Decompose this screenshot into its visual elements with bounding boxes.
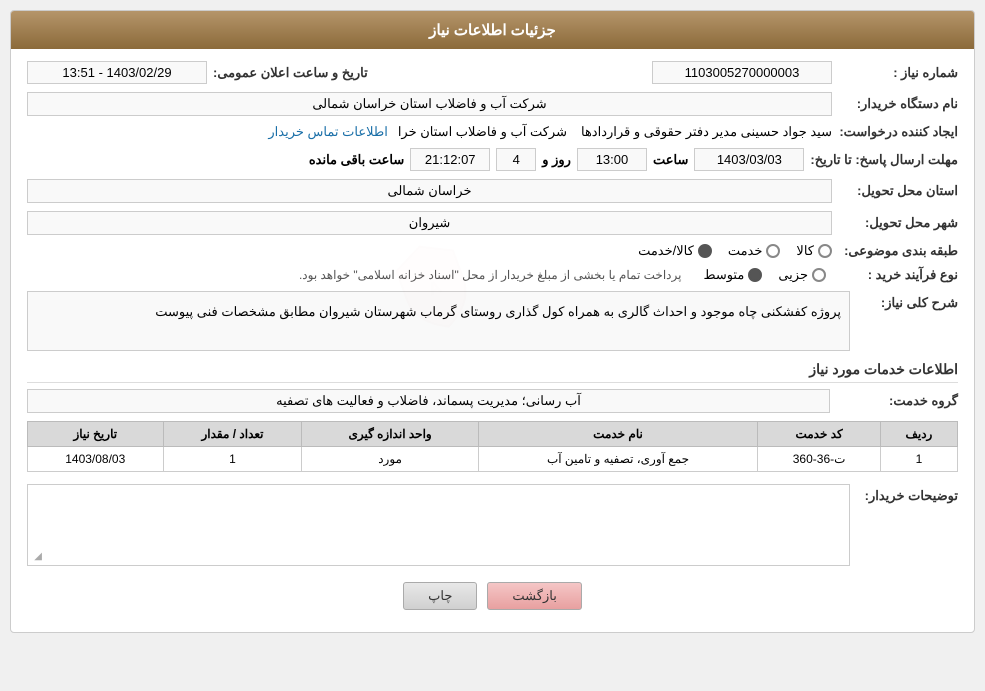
service-group-value: آب رسانی؛ مدیریت پسماند، فاضلاب و فعالیت…: [27, 389, 830, 413]
buyer-name-value: شرکت آب و فاضلاب استان خراسان شمالی: [27, 92, 832, 116]
buyer-name-row: نام دستگاه خریدار: شرکت آب و فاضلاب استا…: [27, 92, 958, 116]
services-table: ردیف کد خدمت نام خدمت واحد اندازه گیری ت…: [27, 421, 958, 472]
deadline-remaining: 21:12:07: [410, 148, 490, 171]
process-minor-label: جزیی: [778, 267, 808, 283]
need-number-row: شماره نیاز : 1103005270000003 تاریخ و سا…: [27, 61, 958, 84]
process-medium-label: متوسط: [703, 267, 744, 283]
print-button[interactable]: چاپ: [403, 582, 477, 610]
col-name: نام خدمت: [478, 422, 758, 447]
province-row: استان محل تحویل: خراسان شمالی: [27, 179, 958, 203]
service-group-label: گروه خدمت:: [838, 393, 958, 409]
deadline-row: مهلت ارسال پاسخ: تا تاریخ: 1403/03/03 سا…: [27, 148, 958, 171]
deadline-date: 1403/03/03: [694, 148, 804, 171]
category-option-both[interactable]: کالا/خدمت: [638, 243, 712, 259]
category-service-label: خدمت: [728, 243, 763, 259]
creator-label: ایجاد کننده درخواست:: [838, 124, 958, 140]
need-number-label: شماره نیاز :: [838, 65, 958, 81]
description-text: پروژه کفشکنی چاه موجود و احداث گالری به …: [155, 304, 841, 319]
days-label: روز و: [542, 152, 571, 168]
remaining-label: ساعت باقی مانده: [309, 152, 404, 168]
city-row: شهر محل تحویل: شیروان: [27, 211, 958, 235]
content-area: شماره نیاز : 1103005270000003 تاریخ و سا…: [11, 49, 974, 632]
deadline-label: مهلت ارسال پاسخ: تا تاریخ:: [810, 152, 958, 168]
process-note: پرداخت تمام یا بخشی از مبلغ خریدار از مح…: [299, 268, 682, 282]
page-title: جزئیات اطلاعات نیاز: [429, 22, 556, 39]
province-value: خراسان شمالی: [27, 179, 832, 203]
creator-contact-link[interactable]: اطلاعات تماس خریدار: [268, 124, 387, 140]
table-cell: ت-36-360: [758, 447, 881, 472]
category-row: طبقه بندی موضوعی: کالا خدمت کالا/خدمت: [27, 243, 958, 259]
description-section: شرح کلی نیاز: A پروژه کفشکنی چاه موجود و…: [27, 291, 958, 351]
radio-both: [698, 244, 712, 258]
page-container: جزئیات اطلاعات نیاز شماره نیاز : 1103005…: [0, 0, 985, 691]
services-section-title: اطلاعات خدمات مورد نیاز: [27, 361, 958, 383]
col-unit: واحد اندازه گیری: [302, 422, 478, 447]
creator-value: سید جواد حسینی مدیر دفتر حقوقی و قرارداد…: [581, 124, 832, 140]
table-cell: 1: [880, 447, 957, 472]
table-cell: جمع آوری، تصفیه و تامین آب: [478, 447, 758, 472]
city-value: شیروان: [27, 211, 832, 235]
category-option-service[interactable]: خدمت: [728, 243, 781, 259]
category-label: طبقه بندی موضوعی:: [838, 243, 958, 259]
buyer-notes-content: [28, 485, 849, 565]
col-qty: تعداد / مقدار: [163, 422, 302, 447]
process-type-label: نوع فرآیند خرید :: [838, 267, 958, 283]
page-header: جزئیات اطلاعات نیاز: [11, 11, 974, 49]
description-content: A پروژه کفشکنی چاه موجود و احداث گالری ب…: [27, 291, 850, 351]
back-button[interactable]: بازگشت: [487, 582, 581, 610]
need-number-value: 1103005270000003: [652, 61, 832, 84]
announce-date-label: تاریخ و ساعت اعلان عمومی:: [213, 65, 368, 81]
radio-medium: [748, 268, 762, 282]
category-both-label: کالا/خدمت: [638, 243, 694, 259]
category-option-goods[interactable]: کالا: [796, 243, 832, 259]
creator-row: ایجاد کننده درخواست: سید جواد حسینی مدیر…: [27, 124, 958, 140]
announce-date-value: 1403/02/29 - 13:51: [27, 61, 207, 84]
col-date: تاریخ نیاز: [28, 422, 164, 447]
process-option-minor[interactable]: جزیی: [778, 267, 826, 283]
service-group-row: گروه خدمت: آب رسانی؛ مدیریت پسماند، فاضل…: [27, 389, 958, 413]
province-label: استان محل تحویل:: [838, 183, 958, 199]
table-header-row: ردیف کد خدمت نام خدمت واحد اندازه گیری ت…: [28, 422, 958, 447]
buyer-name-label: نام دستگاه خریدار:: [838, 96, 958, 112]
radio-service: [766, 244, 780, 258]
process-type-row: نوع فرآیند خرید : جزیی متوسط پرداخت تمام…: [27, 267, 958, 283]
col-row-num: ردیف: [880, 422, 957, 447]
creator-org: شرکت آب و فاضلاب استان خرا: [398, 124, 567, 140]
time-label: ساعت: [653, 152, 688, 168]
process-option-medium[interactable]: متوسط: [703, 267, 762, 283]
radio-goods: [818, 244, 832, 258]
col-code: کد خدمت: [758, 422, 881, 447]
description-label: شرح کلی نیاز:: [858, 295, 958, 311]
buyer-notes-section: توضیحات خریدار: ◢: [27, 484, 958, 566]
table-cell: 1403/08/03: [28, 447, 164, 472]
deadline-time: 13:00: [577, 148, 647, 171]
main-card: جزئیات اطلاعات نیاز شماره نیاز : 1103005…: [10, 10, 975, 633]
table-cell: مورد: [302, 447, 478, 472]
category-goods-label: کالا: [796, 243, 814, 259]
category-options: کالا خدمت کالا/خدمت: [638, 243, 832, 259]
button-row: بازگشت چاپ: [27, 582, 958, 610]
buyer-notes-box[interactable]: ◢: [27, 484, 850, 566]
radio-minor: [812, 268, 826, 282]
table-row: 1ت-36-360جمع آوری، تصفیه و تامین آبمورد1…: [28, 447, 958, 472]
buyer-notes-label: توضیحات خریدار:: [858, 488, 958, 504]
process-options: جزیی متوسط: [703, 267, 826, 283]
city-label: شهر محل تحویل:: [838, 215, 958, 231]
resize-handle: ◢: [30, 551, 42, 563]
table-cell: 1: [163, 447, 302, 472]
deadline-days: 4: [496, 148, 536, 171]
